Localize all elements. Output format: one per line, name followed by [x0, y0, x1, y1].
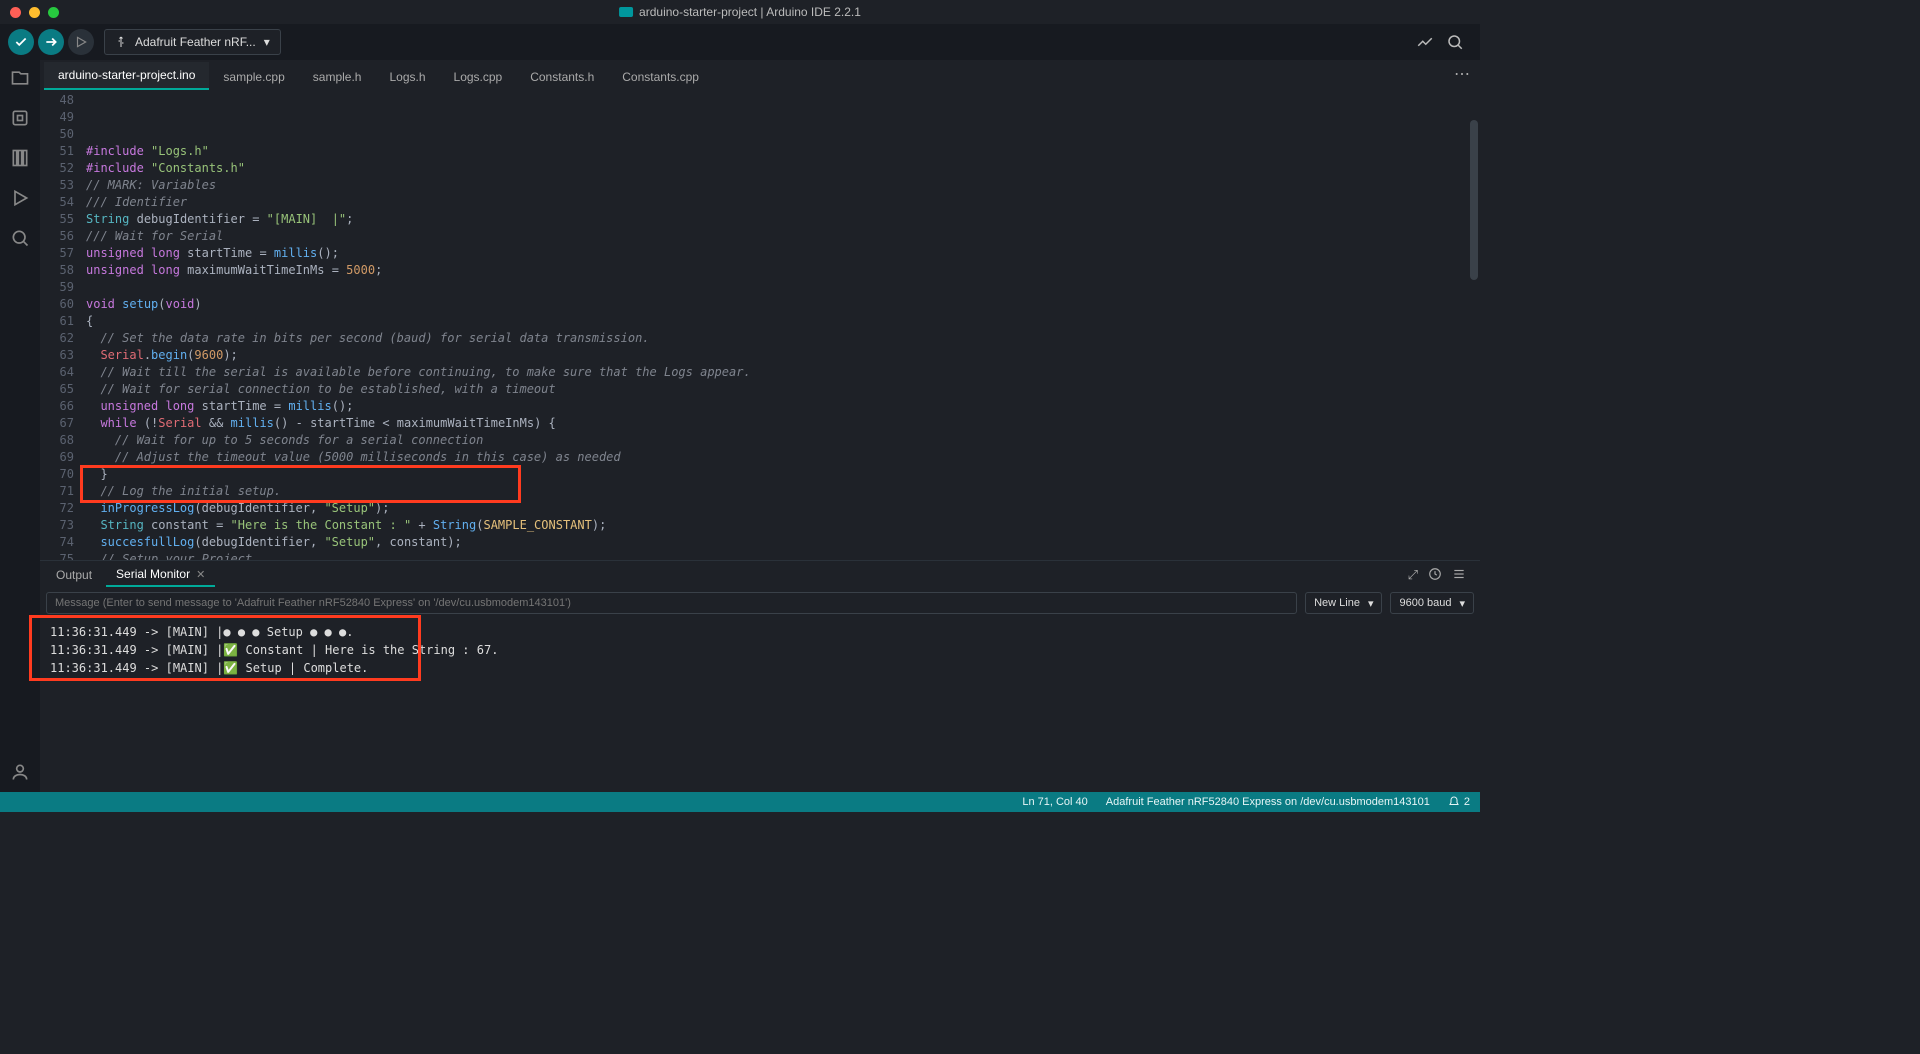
clear-output-icon[interactable] — [1452, 567, 1466, 583]
notifications-button[interactable]: 2 — [1448, 796, 1470, 808]
usb-icon — [115, 36, 127, 48]
serial-monitor-tab[interactable]: Serial Monitor ✕ — [106, 563, 215, 587]
debug-button[interactable] — [68, 29, 94, 55]
serial-monitor-icon[interactable] — [1446, 33, 1464, 51]
serial-output: 11:36:31.449 -> [MAIN] |● ● ● Setup ● ● … — [40, 617, 1480, 792]
panel-expand-icon[interactable]: ⤢ — [1408, 567, 1418, 583]
titlebar: arduino-starter-project | Arduino IDE 2.… — [0, 0, 1480, 24]
baud-rate-select[interactable]: 9600 baud▾ — [1390, 592, 1474, 614]
account-icon[interactable] — [10, 762, 30, 782]
editor-scrollbar[interactable] — [1470, 120, 1478, 280]
file-tab[interactable]: Constants.cpp — [608, 64, 713, 90]
sidebar — [0, 60, 40, 792]
board-name: Adafruit Feather nRF... — [135, 35, 256, 49]
bottom-panel: Output Serial Monitor ✕ ⤢ — [40, 560, 1480, 792]
file-tab[interactable]: Constants.h — [516, 64, 608, 90]
close-window[interactable] — [10, 7, 21, 18]
sketchbook-icon[interactable] — [10, 68, 30, 88]
arduino-logo-icon — [619, 7, 633, 17]
line-gutter: 4849505152535455565758596061626364656667… — [40, 90, 86, 560]
output-tab[interactable]: Output — [46, 564, 102, 586]
line-ending-select[interactable]: New Line▾ — [1305, 592, 1382, 614]
cursor-position: Ln 71, Col 40 — [1022, 796, 1087, 808]
chevron-down-icon: ▾ — [1368, 597, 1374, 610]
serial-plotter-icon[interactable] — [1416, 33, 1434, 51]
maximize-window[interactable] — [48, 7, 59, 18]
code-content[interactable]: #include "Logs.h"#include "Constants.h"/… — [86, 90, 1480, 560]
status-bar: Ln 71, Col 40 Adafruit Feather nRF52840 … — [0, 792, 1480, 812]
verify-button[interactable] — [8, 29, 34, 55]
close-icon[interactable]: ✕ — [196, 568, 205, 581]
debug-sidebar-icon[interactable] — [10, 188, 30, 208]
status-board: Adafruit Feather nRF52840 Express on /de… — [1106, 796, 1430, 808]
file-tabs: arduino-starter-project.ino sample.cpp s… — [40, 60, 1480, 90]
toolbar: Adafruit Feather nRF... ▾ — [0, 24, 1480, 60]
tabs-more-icon[interactable]: ⋯ — [1444, 58, 1480, 90]
board-selector[interactable]: Adafruit Feather nRF... ▾ — [104, 29, 281, 55]
file-tab[interactable]: Logs.cpp — [440, 64, 517, 90]
window-title: arduino-starter-project | Arduino IDE 2.… — [619, 5, 861, 19]
serial-message-input[interactable] — [46, 592, 1297, 614]
traffic-lights — [0, 7, 59, 18]
file-tab[interactable]: arduino-starter-project.ino — [44, 62, 209, 90]
library-manager-icon[interactable] — [10, 148, 30, 168]
chevron-down-icon: ▾ — [1459, 597, 1465, 610]
chevron-down-icon: ▾ — [264, 35, 270, 49]
file-tab[interactable]: sample.cpp — [209, 64, 298, 90]
minimize-window[interactable] — [29, 7, 40, 18]
board-manager-icon[interactable] — [10, 108, 30, 128]
clock-icon[interactable] — [1428, 567, 1442, 583]
code-editor[interactable]: 4849505152535455565758596061626364656667… — [40, 90, 1480, 560]
file-tab[interactable]: sample.h — [299, 64, 376, 90]
search-icon[interactable] — [10, 228, 30, 248]
editor-area: arduino-starter-project.ino sample.cpp s… — [40, 60, 1480, 792]
file-tab[interactable]: Logs.h — [375, 64, 439, 90]
upload-button[interactable] — [38, 29, 64, 55]
